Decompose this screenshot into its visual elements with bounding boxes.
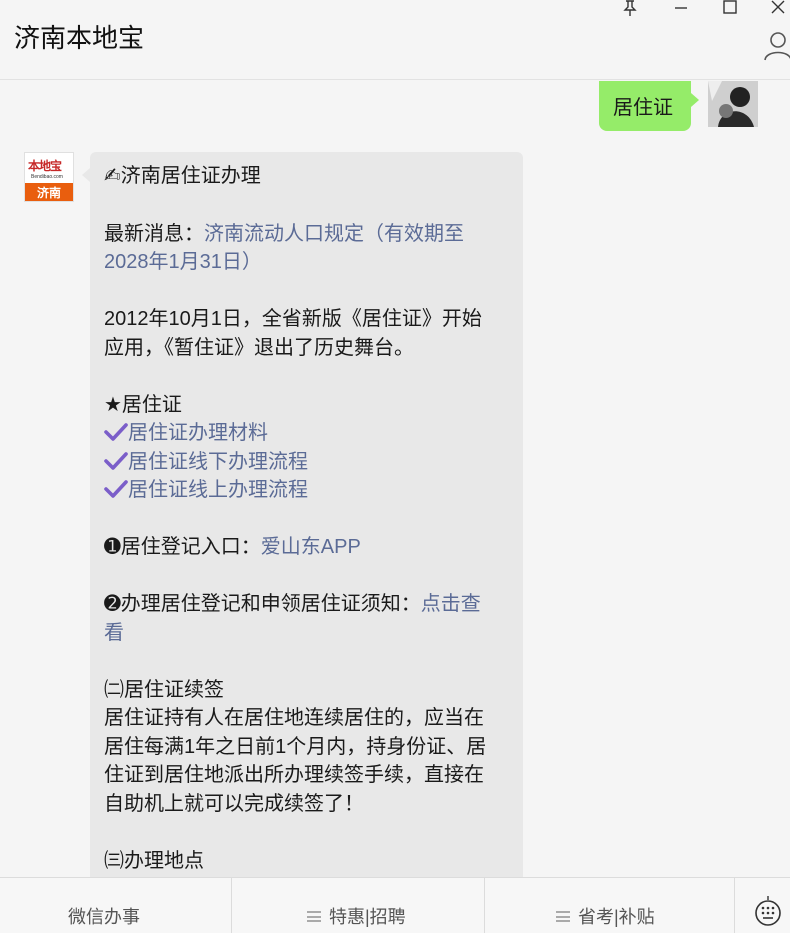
news-prefix: 最新消息： (104, 223, 204, 245)
renew-text-line: 住证到居住地派出所办理续签手续，直接在 (104, 764, 484, 786)
close-icon[interactable] (768, 0, 788, 16)
message-list[interactable]: 居住证 本地宝 Bendibao.com 济南 ✍济南居住证办理 最新消息：济南… (0, 81, 790, 877)
chat-title: 济南本地宝 (14, 23, 145, 53)
check-link-item[interactable]: 居住证办理材料 (104, 419, 268, 447)
keyboard-toggle-icon[interactable] (754, 896, 782, 928)
bot-avatar-domain: Bendibao.com (31, 174, 63, 180)
app-link[interactable]: 爱山东APP (261, 536, 361, 558)
news-link[interactable]: 济南流动人口规定（有效期至 (204, 223, 464, 245)
reply-title-line: ✍济南居住证办理 (104, 162, 261, 190)
check-link-item[interactable]: 居住证线上办理流程 (104, 476, 308, 504)
notice-line: ➋办理居住登记和申领居住证须知：点击查 (104, 590, 481, 618)
view-notice-link[interactable]: 点击查 (421, 593, 481, 615)
renew-text-line: 自助机上就可以完成续签了！ (104, 793, 364, 815)
view-notice-link-cont[interactable]: 看 (104, 619, 124, 647)
check-mark-icon (104, 478, 128, 500)
materials-link[interactable]: 居住证办理材料 (128, 422, 268, 444)
menu-deals-jobs-label: 特惠|招聘 (329, 907, 406, 927)
online-process-link[interactable]: 居住证线上办理流程 (128, 479, 308, 501)
user-message-bubble: 居住证 (599, 81, 699, 131)
menu-wechat-services[interactable]: 微信办事 (0, 878, 232, 933)
pin-icon[interactable] (620, 0, 640, 16)
title-bar: 济南本地宝 (0, 0, 790, 80)
renew-text-line: 居住证持有人在居住地连续居住的，应当在 (104, 707, 484, 729)
renew-heading: ㈡居住证续签 (104, 679, 224, 701)
place-heading: ㈢办理地点 (104, 850, 204, 872)
news-link-cont[interactable]: 2028年1月31日） (104, 248, 262, 276)
user-message-text: 居住证 (613, 97, 673, 119)
intro-line-2: 应用，《暂住证》退出了历史舞台。 (104, 337, 414, 359)
menu-exam-subsidy[interactable]: 省考|补贴 (485, 878, 735, 933)
check-mark-icon (104, 450, 128, 472)
menu-deals-jobs[interactable]: 特惠|招聘 (232, 878, 485, 933)
check-link-item[interactable]: 居住证线下办理流程 (104, 448, 308, 476)
menu-wechat-services-label: 微信办事 (68, 907, 140, 927)
notice-prefix: ➋办理居住登记和申领居住证须知： (104, 593, 421, 615)
check-mark-icon (104, 421, 128, 443)
menu-exam-subsidy-label: 省考|补贴 (578, 907, 655, 927)
section-heading: ★居住证 (104, 394, 182, 416)
bot-avatar[interactable]: 本地宝 Bendibao.com 济南 (24, 152, 74, 202)
bot-reply-bubble: ✍济南居住证办理 最新消息：济南流动人口规定（有效期至 2028年1月31日） … (82, 152, 523, 877)
bot-avatar-logo: 本地宝 (28, 159, 62, 173)
reply-title: 济南居住证办理 (120, 165, 261, 187)
bot-avatar-city: 济南 (37, 186, 62, 200)
user-avatar[interactable] (708, 81, 758, 127)
maximize-icon[interactable] (720, 0, 740, 16)
intro-line-1: 2012年10月1日，全省新版《居住证》开始 (104, 308, 482, 330)
registration-entry-line: ➊居住登记入口：爱山东APP (104, 533, 361, 561)
minimize-icon[interactable] (672, 0, 692, 16)
bottom-menu-bar: 微信办事 特惠|招聘 省考|补贴 (0, 877, 790, 933)
news-line: 最新消息：济南流动人口规定（有效期至 (104, 220, 464, 248)
contact-profile-icon[interactable] (762, 30, 790, 62)
user-avatar-image (708, 81, 758, 127)
writing-hand-emoji-icon: ✍ (104, 165, 121, 187)
submenu-icon (307, 911, 321, 922)
renew-text-line: 居住每满1年之日前1个月内，持身份证、居 (104, 736, 487, 758)
registration-entry-prefix: ➊居住登记入口： (104, 536, 261, 558)
offline-process-link[interactable]: 居住证线下办理流程 (128, 451, 308, 473)
submenu-icon (556, 911, 570, 922)
